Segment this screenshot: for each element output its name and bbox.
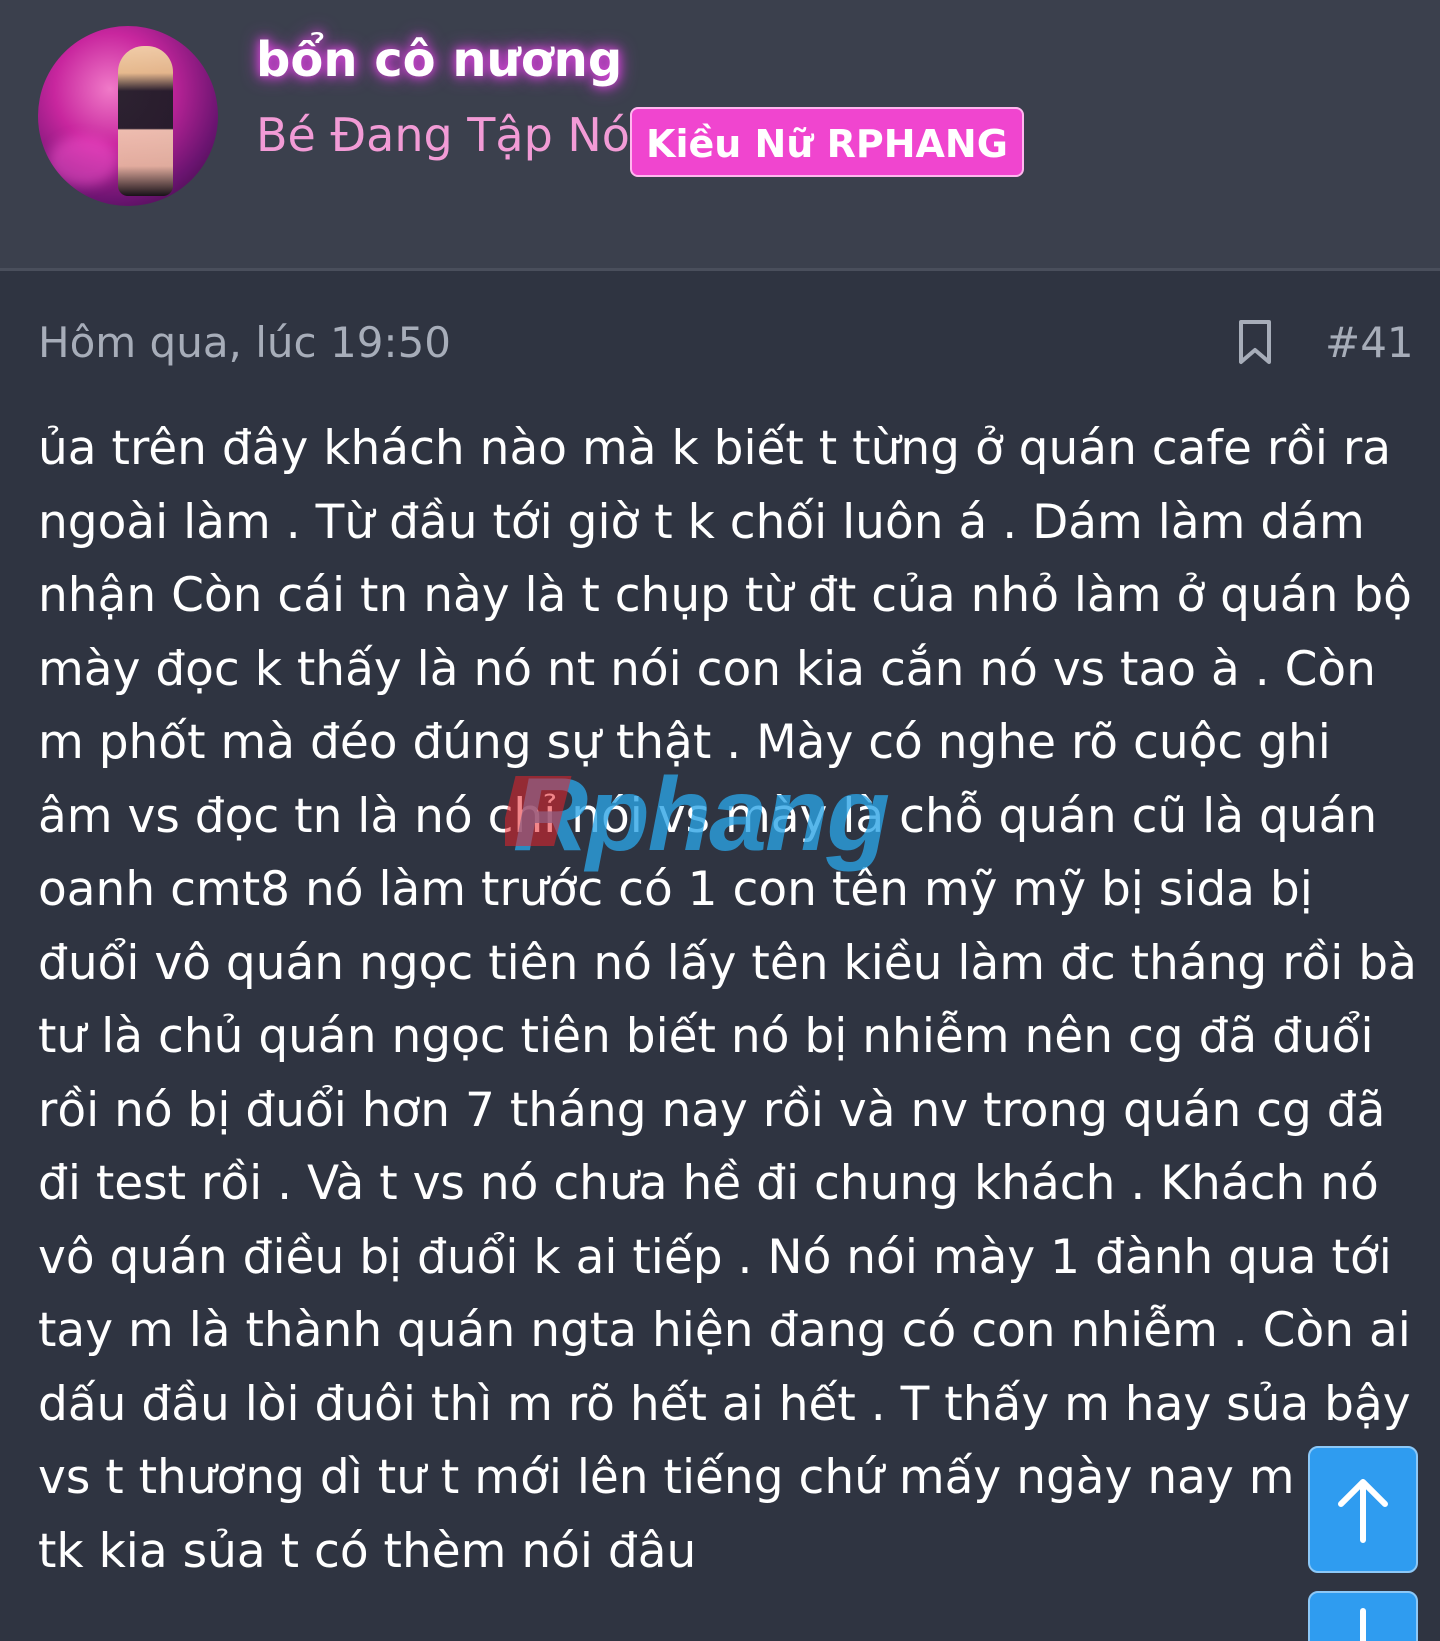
- bookmark-icon[interactable]: [1235, 318, 1275, 366]
- scroll-to-top-button[interactable]: [1308, 1446, 1418, 1573]
- user-banner: Kiều Nữ RPHANG: [630, 107, 1024, 177]
- arrow-up-icon: [1338, 1479, 1388, 1543]
- avatar-figure: [118, 46, 173, 196]
- username-link[interactable]: bổn cô nương: [256, 32, 622, 88]
- arrow-down-icon: [1360, 1608, 1366, 1641]
- user-avatar[interactable]: [38, 26, 218, 206]
- post-number-link[interactable]: #41: [1325, 318, 1414, 367]
- avatar-glow: [48, 136, 118, 186]
- scroll-to-bottom-button[interactable]: [1308, 1591, 1418, 1641]
- post-author-header: bổn cô nương Bé Đang Tập Nói Kiều Nữ RPH…: [0, 0, 1440, 271]
- user-title: Bé Đang Tập Nói: [256, 108, 643, 162]
- post-timestamp[interactable]: Hôm qua, lúc 19:50: [38, 318, 451, 367]
- post-content: ủa trên đây khách nào mà k biết t từng ở…: [38, 421, 1417, 1579]
